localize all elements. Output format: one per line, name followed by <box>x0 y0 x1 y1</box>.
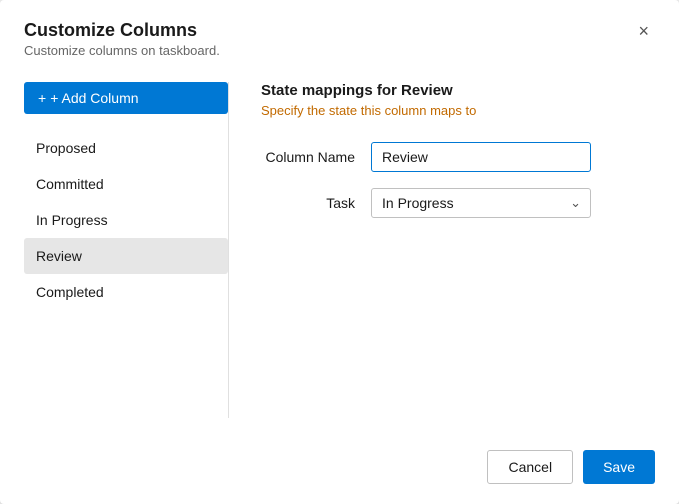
column-item-proposed[interactable]: Proposed <box>24 130 228 166</box>
add-column-button[interactable]: + + Add Column <box>24 82 228 114</box>
column-name-row: Column Name <box>261 142 655 172</box>
save-button[interactable]: Save <box>583 450 655 484</box>
task-label: Task <box>261 195 371 211</box>
column-item-review[interactable]: Review <box>24 238 228 274</box>
subtitle-text: Customize columns on taskboard. <box>24 43 220 58</box>
mapping-subtitle: Specify the state this column maps to <box>261 103 655 118</box>
column-item-committed[interactable]: Committed <box>24 166 228 202</box>
title-text: Customize Columns <box>24 20 220 41</box>
title-row: Customize Columns Customize columns on t… <box>24 20 655 58</box>
right-panel: State mappings for Review Specify the st… <box>229 82 655 418</box>
dialog-body: + + Add Column Proposed Committed In Pro… <box>0 66 679 434</box>
dialog-footer: Cancel Save <box>0 434 679 504</box>
customize-columns-dialog: Customize Columns Customize columns on t… <box>0 0 679 504</box>
column-name-label: Column Name <box>261 149 371 165</box>
dialog-header: Customize Columns Customize columns on t… <box>0 0 679 66</box>
task-row: Task In Progress Proposed Active Resolve… <box>261 188 655 218</box>
dialog-title: Customize Columns Customize columns on t… <box>24 20 220 58</box>
column-item-completed[interactable]: Completed <box>24 274 228 310</box>
cancel-button[interactable]: Cancel <box>487 450 573 484</box>
column-list: Proposed Committed In Progress Review Co… <box>24 130 228 310</box>
column-item-in-progress[interactable]: In Progress <box>24 202 228 238</box>
mapping-title: State mappings for Review <box>261 82 655 99</box>
close-button[interactable]: × <box>632 20 655 42</box>
task-select[interactable]: In Progress Proposed Active Resolved Clo… <box>371 188 591 218</box>
task-select-wrapper: In Progress Proposed Active Resolved Clo… <box>371 188 591 218</box>
left-panel: + + Add Column Proposed Committed In Pro… <box>0 82 228 418</box>
column-name-input[interactable] <box>371 142 591 172</box>
plus-icon: + <box>38 90 46 106</box>
add-column-label: + Add Column <box>50 90 138 106</box>
